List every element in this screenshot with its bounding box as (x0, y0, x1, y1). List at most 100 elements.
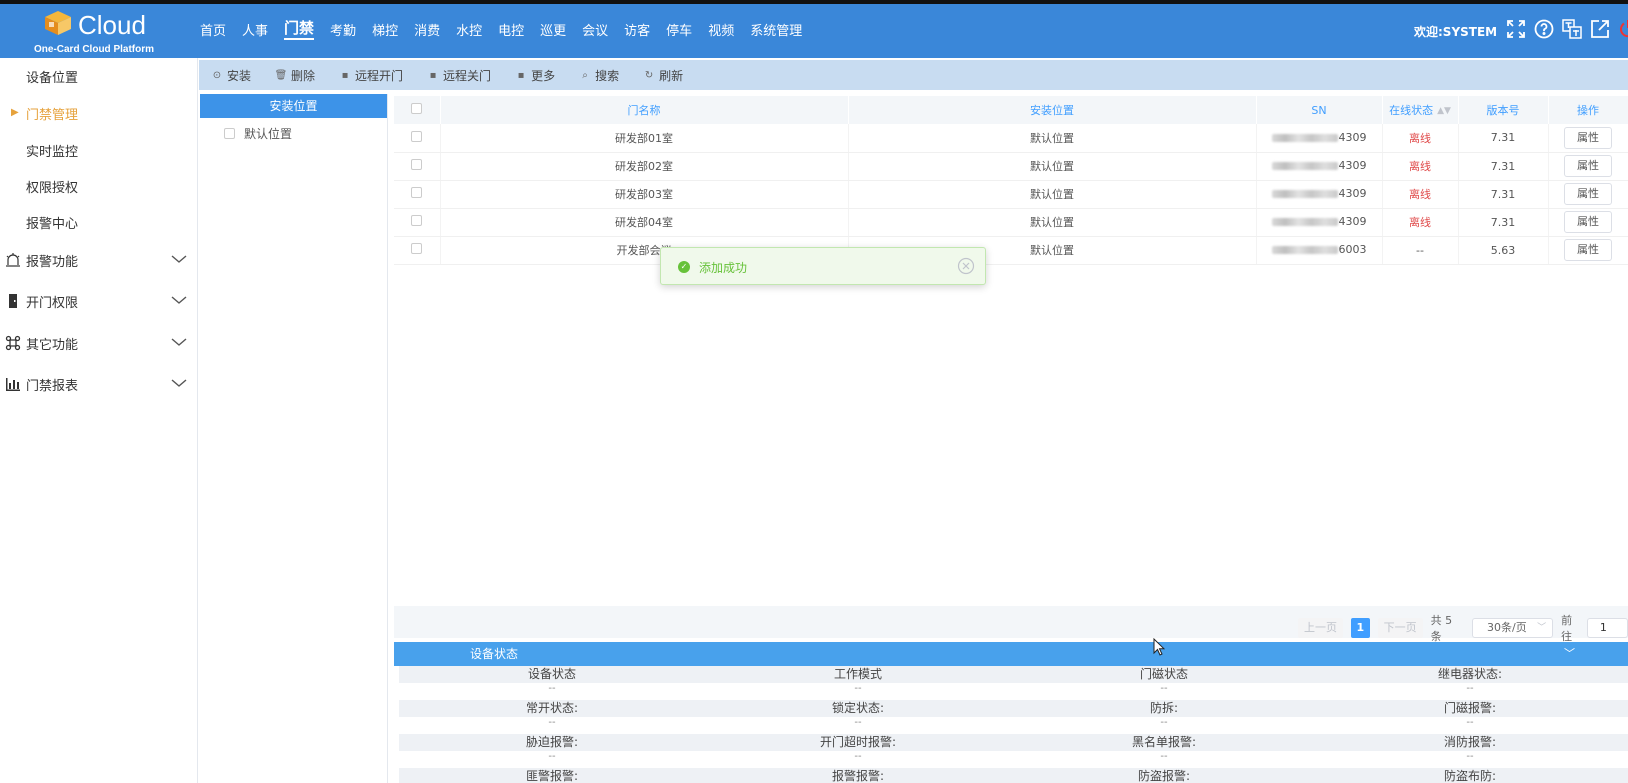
location-cell: 默认位置 (848, 152, 1257, 181)
row-select-cell (394, 236, 441, 265)
column-header-status[interactable]: 在线状态 ▲▼ (1382, 96, 1459, 124)
fullscreen-icon[interactable] (1505, 18, 1527, 40)
sidebar-item-1[interactable]: ▶ 门禁管理 (0, 95, 198, 131)
nav-item-7[interactable]: 电控 (498, 20, 524, 40)
version-cell: 7.31 (1458, 152, 1549, 181)
nav-item-3[interactable]: 考勤 (330, 20, 356, 40)
door-table: 门名称 安装位置 SN 在线状态 ▲▼ 版本号 操作 研发部01室 默认位置 4309… (394, 96, 1628, 265)
caret-right-icon: ▶ (11, 107, 19, 118)
properties-button[interactable]: 属性 (1564, 211, 1612, 233)
prev-page-button[interactable]: 上一页 (1298, 618, 1343, 638)
logo[interactable]: Cloud One-Card Cloud Platform (28, 6, 168, 56)
nav-item-13[interactable]: 系统管理 (750, 20, 802, 40)
sn-value: 4309 (1271, 159, 1367, 172)
row-checkbox[interactable] (411, 159, 423, 170)
chevron-down-icon[interactable] (170, 293, 188, 307)
goto-page: 前往 1 (1561, 612, 1628, 644)
app-window: Cloud One-Card Cloud Platform 首页 人事 门禁 考勤 梯控… (0, 0, 1628, 783)
properties-button[interactable]: 属性 (1564, 239, 1612, 261)
status-header-label: 在线状态 (1389, 104, 1434, 117)
nav-item-5[interactable]: 消费 (414, 20, 440, 40)
status-cell: -- (1382, 236, 1459, 265)
select-all-checkbox[interactable] (411, 103, 423, 114)
toolbar-button-5[interactable]: ⌕ 搜索 (579, 67, 619, 84)
row-select-cell (394, 152, 441, 181)
external-link-icon[interactable] (1589, 18, 1611, 40)
nav-item-9[interactable]: 会议 (582, 20, 608, 40)
nav-item-2[interactable]: 门禁 (284, 17, 315, 40)
nav-item-12[interactable]: 视频 (708, 20, 734, 40)
status-label: 胁迫报警: (525, 735, 579, 749)
status-label: 防盗报警: (1137, 769, 1191, 783)
nav-item-4[interactable]: 梯控 (372, 20, 398, 40)
chevron-down-icon[interactable] (170, 252, 188, 266)
tree-title: 安装位置 (200, 94, 387, 118)
status-label: 设备状态 (527, 667, 576, 681)
toolbar-button-6[interactable]: ↻ 刷新 (643, 67, 683, 84)
close-icon[interactable] (957, 257, 975, 275)
nav-item-10[interactable]: 访客 (624, 20, 650, 40)
table-row[interactable]: 开发部会议 默认位置 6003 -- 5.63 属性 (394, 236, 1628, 265)
location-cell: 默认位置 (848, 124, 1257, 153)
brand-name: Cloud (78, 10, 146, 40)
toolbar-button-1[interactable]: 🗑 删除 (275, 67, 315, 84)
chevron-down-icon[interactable]: ﹀ (1564, 642, 1575, 666)
command-icon (5, 335, 21, 351)
row-checkbox[interactable] (411, 187, 423, 198)
sidebar-item-4[interactable]: 报警中心 (0, 204, 198, 240)
properties-button[interactable]: 属性 (1564, 126, 1612, 149)
chevron-down-icon[interactable] (170, 376, 188, 390)
row-checkbox[interactable] (411, 130, 423, 142)
sort-icon[interactable]: ▲▼ (1437, 106, 1451, 116)
language-icon[interactable] (1561, 18, 1583, 40)
table-row[interactable]: 研发部02室 默认位置 4309 离线 7.31 属性 (394, 152, 1628, 181)
sidebar-group-0[interactable]: 报警功能 (0, 242, 198, 278)
row-checkbox[interactable] (411, 215, 423, 226)
table-row[interactable]: 研发部01室 默认位置 4309 离线 7.31 属性 (394, 124, 1628, 153)
toolbar-button-4[interactable]: ▪ 更多 (515, 67, 555, 84)
table-row[interactable]: 研发部04室 默认位置 4309 离线 7.31 属性 (394, 208, 1628, 237)
page-size-select[interactable]: 30条/页 ﹀ (1472, 618, 1554, 638)
next-page-button[interactable]: 下一页 (1377, 618, 1423, 638)
nav-item-1[interactable]: 人事 (242, 20, 268, 40)
door-name-cell: 研发部04室 (440, 208, 849, 237)
toolbar-button-0[interactable]: ⊙ 安装 (211, 67, 251, 84)
sidebar-item-3[interactable]: 权限授权 (0, 168, 198, 204)
power-icon[interactable] (1617, 18, 1628, 40)
device-status-header[interactable]: 设备状态 ﹀ (394, 642, 1628, 666)
table-row[interactable]: 研发部03室 默认位置 4309 离线 7.31 属性 (394, 180, 1628, 209)
monitor-icon: ▪ (429, 69, 437, 81)
toolbar-button-2[interactable]: ▪ 远程开门 (339, 67, 403, 84)
sn-value: 4309 (1271, 215, 1367, 228)
toolbar-button-3[interactable]: ▪ 远程关门 (427, 67, 491, 84)
sn-suffix: 4309 (1338, 187, 1367, 201)
action-cell: 属性 (1548, 152, 1628, 181)
sidebar-group-2[interactable]: 其它功能 (0, 325, 198, 361)
row-checkbox[interactable] (411, 243, 423, 254)
toolbar-button-label: 安装 (227, 68, 252, 83)
page-number-1[interactable]: 1 (1351, 618, 1370, 638)
tree-node-checkbox[interactable] (224, 128, 235, 139)
sidebar-group-3[interactable]: 门禁报表 (0, 366, 198, 402)
nav-item-11[interactable]: 停车 (666, 20, 692, 40)
goto-page-input[interactable]: 1 (1586, 618, 1628, 638)
chevron-down-icon[interactable] (170, 335, 188, 349)
sidebar-item-2[interactable]: 实时监控 (0, 132, 198, 168)
sidebar-item-label: 报警中心 (26, 216, 79, 232)
toolbar-button-label: 搜索 (595, 68, 620, 83)
nav-item-0[interactable]: 首页 (200, 20, 226, 40)
properties-button[interactable]: 属性 (1564, 155, 1612, 177)
nav-item-8[interactable]: 巡更 (540, 20, 566, 40)
status-cell: 离线 (1382, 208, 1459, 237)
sidebar-group-1[interactable]: 开门权限 (0, 283, 198, 319)
tree-node-default[interactable]: 默认位置 (224, 125, 292, 142)
status-label-row: 胁迫报警: 开门超时报警: 黑名单报警: 消防报警: (399, 734, 1628, 751)
nav-item-6[interactable]: 水控 (456, 20, 482, 40)
status-value: -- (1160, 751, 1168, 762)
location-tree: 安装位置 默认位置 (200, 94, 388, 783)
sidebar-item-0[interactable]: 设备位置 (0, 58, 198, 94)
status-value: -- (854, 717, 862, 728)
help-icon[interactable] (1533, 18, 1555, 40)
properties-button[interactable]: 属性 (1564, 183, 1612, 205)
version-cell: 7.31 (1458, 124, 1549, 153)
